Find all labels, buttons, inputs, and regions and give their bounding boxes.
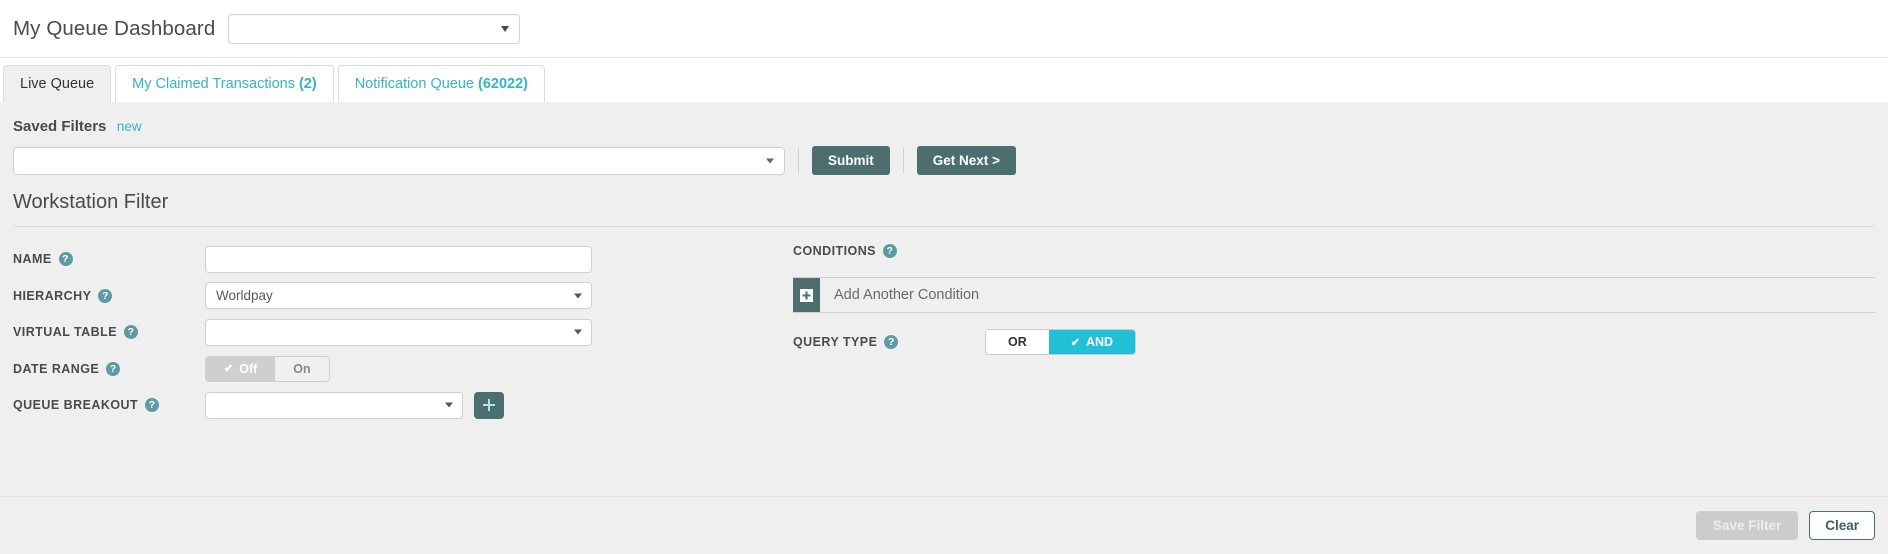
chevron-down-icon (445, 402, 453, 408)
filter-form-right-column: CONDITIONS ? Add Another Condition QUERY… (773, 241, 1875, 424)
queue-breakout-select[interactable] (205, 391, 463, 419)
field-row-queue-breakout: QUEUE BREAKOUT ? (13, 387, 773, 424)
add-queue-breakout-button[interactable] (474, 391, 504, 419)
virtual-table-label-text: VIRTUAL TABLE (13, 325, 117, 340)
query-type-and-button[interactable]: ✔ AND (1048, 330, 1136, 354)
date-range-toggle: ✔ Off On (205, 355, 330, 382)
date-range-off-button[interactable]: ✔ Off (206, 356, 276, 381)
hierarchy-select[interactable]: Worldpay (205, 282, 592, 310)
page-header: My Queue Dashboard (0, 0, 1888, 58)
conditions-label-text: CONDITIONS (793, 244, 876, 258)
add-another-condition-row[interactable]: Add Another Condition (793, 277, 1875, 313)
hierarchy-label: HIERARCHY ? (13, 288, 205, 303)
queue-dashboard-page: My Queue Dashboard Live Queue My Claimed… (0, 0, 1888, 554)
help-icon[interactable]: ? (145, 398, 160, 413)
date-range-off-label: Off (239, 361, 258, 376)
tab-my-claimed-transactions-label: My Claimed Transactions (132, 76, 295, 92)
clear-button[interactable]: Clear (1809, 511, 1875, 540)
get-next-button[interactable]: Get Next > (916, 146, 1016, 175)
plus-icon (483, 399, 495, 412)
tab-notification-queue[interactable]: Notification Queue (62022) (337, 65, 545, 102)
chevron-down-icon (574, 329, 582, 335)
query-type-toggle: OR ✔ AND (985, 329, 1137, 355)
filter-panel: Saved Filters new Submit Get Next > Work… (0, 102, 1888, 554)
add-another-condition-label[interactable]: Add Another Condition (820, 278, 979, 312)
query-type-or-label: OR (1008, 335, 1027, 349)
help-icon[interactable]: ? (884, 335, 899, 349)
check-icon: ✔ (1070, 336, 1080, 349)
page-title: My Queue Dashboard (13, 16, 216, 40)
add-condition-button[interactable] (793, 278, 820, 312)
dashboard-select[interactable] (228, 13, 521, 44)
help-icon[interactable]: ? (124, 325, 138, 340)
saved-filters-new-link[interactable]: new (117, 119, 142, 134)
button-divider (798, 147, 799, 174)
hierarchy-label-text: HIERARCHY (13, 288, 92, 303)
tab-notification-queue-label: Notification Queue (354, 76, 474, 92)
help-icon[interactable]: ? (98, 288, 113, 303)
workstation-filter-title: Workstation Filter (13, 191, 169, 213)
chevron-down-icon (766, 158, 774, 163)
help-icon[interactable]: ? (882, 244, 897, 258)
date-range-label: DATE RANGE ? (13, 361, 205, 376)
filter-footer: Save Filter Clear (0, 496, 1888, 554)
query-type-label: QUERY TYPE ? (793, 335, 985, 349)
tab-live-queue-label: Live Queue (20, 76, 95, 92)
save-filter-button[interactable]: Save Filter (1695, 511, 1799, 540)
field-row-name: NAME ? (13, 241, 773, 278)
tab-notification-queue-count: (62022) (477, 76, 528, 92)
button-divider (902, 147, 904, 174)
query-type-or-button[interactable]: OR (986, 330, 1049, 354)
submit-button[interactable]: Submit (812, 146, 890, 175)
field-row-hierarchy: HIERARCHY ? Worldpay (13, 278, 773, 315)
tab-my-claimed-transactions-count: (2) (298, 76, 317, 92)
query-type-label-text: QUERY TYPE (793, 335, 878, 349)
field-row-virtual-table: VIRTUAL TABLE ? (13, 314, 773, 351)
conditions-label: CONDITIONS ? (793, 241, 1875, 261)
query-type-row: QUERY TYPE ? OR ✔ AND (793, 329, 1875, 355)
tab-bar: Live Queue My Claimed Transactions (2) N… (0, 58, 1888, 102)
filter-form-left-column: NAME ? HIERARCHY ? Worldpay VIRTUAL TABL… (13, 241, 773, 424)
queue-breakout-label: QUEUE BREAKOUT ? (13, 398, 205, 413)
chevron-down-icon (501, 25, 510, 32)
date-range-label-text: DATE RANGE (13, 361, 100, 376)
date-range-on-button[interactable]: On (275, 356, 329, 381)
help-icon[interactable]: ? (58, 252, 73, 267)
tab-my-claimed-transactions[interactable]: My Claimed Transactions (2) (115, 65, 334, 102)
saved-filters-label: Saved Filters (13, 118, 107, 135)
hierarchy-select-value: Worldpay (216, 288, 273, 304)
tab-live-queue[interactable]: Live Queue (3, 65, 112, 102)
help-icon[interactable]: ? (106, 361, 121, 376)
plus-box-icon (800, 288, 813, 302)
date-range-on-label: On (293, 361, 311, 376)
field-row-date-range: DATE RANGE ? ✔ Off On (13, 351, 773, 388)
filter-form: NAME ? HIERARCHY ? Worldpay VIRTUAL TABL… (0, 227, 1888, 424)
saved-filters-controls: Submit Get Next > (0, 136, 1888, 175)
chevron-down-icon (574, 293, 582, 299)
name-label-text: NAME (13, 252, 52, 267)
name-input[interactable] (205, 245, 592, 273)
saved-filter-select[interactable] (13, 146, 785, 175)
virtual-table-select[interactable] (205, 318, 592, 346)
query-type-and-label: AND (1085, 335, 1114, 349)
queue-breakout-label-text: QUEUE BREAKOUT (13, 398, 139, 413)
virtual-table-label: VIRTUAL TABLE ? (13, 325, 205, 340)
check-icon: ✔ (224, 363, 234, 376)
name-label: NAME ? (13, 252, 205, 267)
saved-filters-header: Saved Filters new (0, 102, 1888, 136)
